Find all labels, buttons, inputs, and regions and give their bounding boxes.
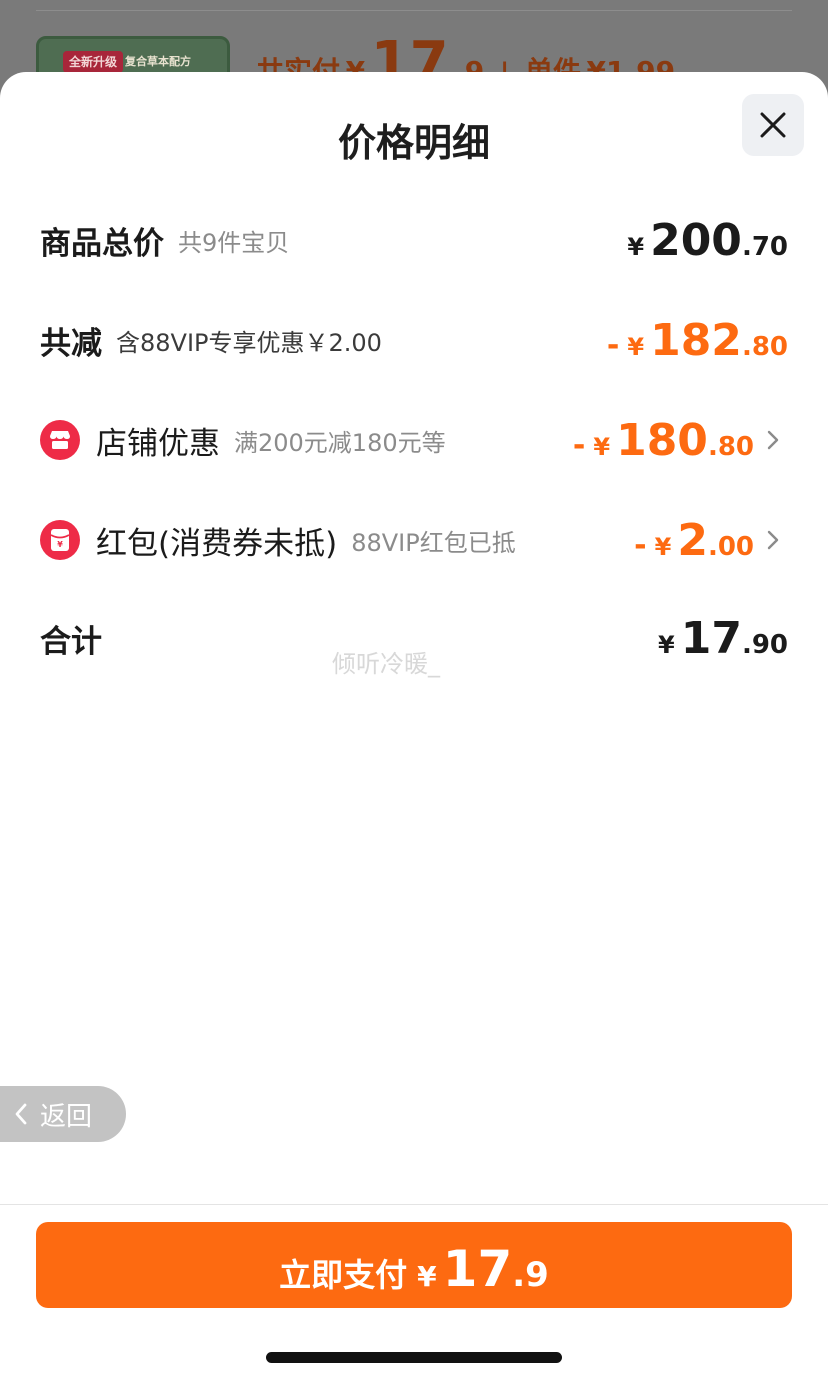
red-packet-icon: ¥ [40,520,80,560]
red-packet-currency: ¥ [654,532,672,561]
shop-discount-amount: - ¥ 180 .80 [573,415,754,466]
subtotal-sub: 共9件宝贝 [178,228,290,257]
pay-currency: ¥ [417,1260,437,1293]
total-title: 合计 [40,623,102,660]
subtotal-title: 商品总价 [40,225,164,262]
thumbnail-badge: 全新升级 [63,51,124,73]
sheet-title: 价格明细 [337,121,490,165]
discount-int: 182 [650,314,742,366]
subtotal-currency: ¥ [627,232,645,261]
total-currency: ¥ [658,630,675,659]
close-icon [760,112,786,138]
background-divider [36,10,792,11]
shop-discount-title: 店铺优惠 [96,425,220,462]
discount-row: 共减 含88VIP专享优惠￥2.00 - ¥ 182 .80 [40,310,788,370]
price-detail-sheet: 价格明细 商品总价 共9件宝贝 ¥ 200 .70 共减 含88VIP专享优惠￥… [0,72,828,1380]
thumbnail-label: 复合草本配方 [125,55,191,68]
pay-dec: .9 [512,1255,549,1295]
chevron-left-icon [15,1103,27,1125]
subtotal-dec: .70 [741,231,788,262]
pay-now-button[interactable]: 立即支付 ¥ 17 .9 [36,1222,792,1308]
shop-discount-minus: - [572,427,586,463]
red-packet-title: 红包(消费券未抵) [96,525,338,562]
close-button[interactable] [742,94,804,156]
watermark: 倾听冷暖_ [332,650,440,678]
discount-currency: ¥ [627,332,645,361]
red-packet-amount: - ¥ 2 .00 [634,515,754,566]
total-dec: .90 [741,629,788,660]
subtotal-row: 商品总价 共9件宝贝 ¥ 200 .70 [40,210,788,270]
pay-int: 17 [442,1240,513,1298]
subtotal-int: 200 [650,214,742,266]
red-packet-dec: .00 [707,531,754,562]
back-label: 返回 [40,1101,93,1132]
chevron-right-icon [754,529,780,551]
discount-dec: .80 [741,331,788,362]
red-packet-int: 2 [677,514,708,566]
footer-divider [0,1204,828,1205]
home-indicator [266,1352,562,1363]
shop-discount-currency: ¥ [593,432,611,461]
red-packet-row[interactable]: ¥ 红包(消费券未抵) 88VIP红包已抵 - ¥ 2 .00 [40,510,780,570]
pay-label: 立即支付 [279,1256,408,1294]
shop-discount-sub: 满200元减180元等 [234,428,446,457]
total-amount: ¥ 17 .90 [658,613,788,664]
chevron-right-icon [754,429,780,451]
discount-amount: - ¥ 182 .80 [607,315,788,366]
total-int: 17 [680,612,742,664]
discount-sub: 含88VIP专享优惠￥2.00 [116,328,382,357]
discount-title: 共减 [40,325,102,362]
shop-discount-int: 180 [616,414,708,466]
discount-minus: - [606,327,620,363]
subtotal-amount: ¥ 200 .70 [627,215,788,266]
shop-discount-dec: .80 [707,431,754,462]
svg-text:¥: ¥ [57,540,63,549]
red-packet-sub: 88VIP红包已抵 [351,528,516,557]
back-button[interactable]: 返回 [0,1086,126,1142]
shop-discount-row[interactable]: 店铺优惠 满200元减180元等 - ¥ 180 .80 [40,410,780,470]
shop-icon [40,420,80,460]
red-packet-minus: - [634,527,647,563]
